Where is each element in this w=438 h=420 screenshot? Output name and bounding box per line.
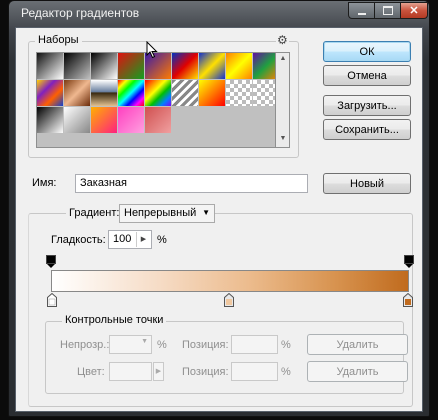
preset-swatch-checker-a[interactable] — [226, 80, 252, 106]
ok-button[interactable]: ОК — [323, 41, 411, 62]
preset-swatch-blue-red-yellow[interactable] — [172, 53, 198, 79]
preset-swatch-grid — [36, 52, 279, 148]
smoothness-unit: % — [157, 234, 167, 246]
chevron-down-icon: ▼ — [202, 208, 210, 217]
color-position-unit: % — [281, 366, 291, 378]
preset-swatch-copper[interactable] — [64, 80, 90, 106]
name-input[interactable]: Заказная — [75, 174, 308, 193]
color-picker-arrow-icon[interactable]: ▶ — [153, 362, 164, 381]
maximize-icon — [382, 6, 393, 15]
opacity-label: Непрозр.: — [60, 339, 110, 351]
gradient-type-select[interactable]: Непрерывный ▼ — [119, 204, 215, 223]
minimize-icon — [357, 12, 366, 15]
color-label: Цвет: — [77, 366, 105, 378]
preset-swatch-black-white[interactable] — [91, 53, 117, 79]
preset-swatch-white-gray[interactable] — [64, 107, 90, 133]
gradient-preview-bar[interactable] — [51, 270, 409, 292]
smoothness-label: Гладкость: — [51, 234, 106, 246]
opacity-arrow-icon: ▼ — [141, 338, 148, 345]
preset-swatch-yellow-violet-orange-blue[interactable] — [37, 80, 63, 106]
minimize-button[interactable] — [348, 2, 375, 19]
opacity-position-label: Позиция: — [182, 339, 229, 351]
window-title: Редактор градиентов — [21, 6, 140, 20]
close-button[interactable]: ✕ — [401, 2, 428, 19]
gradient-type-value: Непрерывный — [124, 207, 197, 219]
preset-swatch-foreground-to-transparent[interactable] — [64, 53, 90, 79]
preset-swatch-transparent-stripes[interactable] — [172, 80, 198, 106]
opacity-input[interactable]: ▼ — [109, 335, 152, 354]
preset-swatch-foreground-to-background[interactable] — [37, 53, 63, 79]
preset-swatch-red-green[interactable] — [118, 53, 144, 79]
preset-swatch-black-white-b[interactable] — [37, 107, 63, 133]
preset-swatch-transparent-rainbow[interactable] — [145, 80, 171, 106]
color-stop-right[interactable] — [403, 293, 413, 307]
dialog-client-area: Наборы ⚙ ▲ ▼ ОК Отмена Загрузить... Сохр… — [15, 27, 423, 412]
scroll-up-icon[interactable]: ▲ — [278, 55, 288, 65]
scroll-down-icon[interactable]: ▼ — [278, 135, 288, 145]
preset-swatch-blue-yellow-blue[interactable] — [199, 53, 225, 79]
color-position-input[interactable] — [231, 362, 278, 381]
preset-swatch-chrome[interactable] — [91, 80, 117, 106]
smoothness-input[interactable]: 100 ▶ — [108, 230, 152, 249]
opacity-position-input[interactable] — [231, 335, 278, 354]
cancel-button[interactable]: Отмена — [323, 65, 411, 86]
gradient-type-label: Градиент: — [66, 207, 123, 219]
save-button[interactable]: Сохранить... — [323, 119, 411, 140]
opacity-stop-right[interactable] — [404, 255, 414, 269]
color-delete-button[interactable]: Удалить — [307, 361, 408, 382]
color-position-label: Позиция: — [182, 366, 229, 378]
preset-swatch-orange-yellow-orange[interactable] — [226, 53, 252, 79]
presets-group: Наборы ⚙ ▲ ▼ — [28, 33, 299, 158]
opacity-delete-button[interactable]: Удалить — [307, 334, 408, 355]
opacity-stop-left[interactable] — [46, 255, 56, 269]
name-label: Имя: — [32, 177, 57, 189]
gradient-editor-window: Редактор градиентов ✕ Наборы ⚙ ▲ ▼ ОК От… — [8, 0, 430, 417]
opacity-position-unit: % — [281, 339, 291, 351]
stops-group-label: Контрольные точки — [62, 314, 167, 326]
stops-group — [45, 321, 404, 394]
load-button[interactable]: Загрузить... — [323, 95, 411, 116]
new-button[interactable]: Новый — [323, 173, 411, 194]
maximize-button[interactable] — [375, 2, 401, 19]
color-swatch-field[interactable] — [109, 362, 152, 381]
presets-scrollbar[interactable]: ▲ ▼ — [275, 52, 290, 148]
preset-swatch-salmon[interactable] — [145, 107, 171, 133]
preset-swatch-orange-pink[interactable] — [91, 107, 117, 133]
gear-icon[interactable]: ⚙ — [276, 33, 289, 47]
close-icon: ✕ — [409, 5, 419, 17]
presets-label: Наборы — [35, 34, 82, 46]
opacity-unit: % — [157, 339, 167, 351]
smoothness-value: 100 — [113, 233, 132, 245]
preset-swatch-pink[interactable] — [118, 107, 144, 133]
mouse-cursor-icon — [146, 41, 158, 59]
preset-swatch-spectrum[interactable] — [118, 80, 144, 106]
smoothness-arrow-icon[interactable]: ▶ — [136, 232, 150, 247]
title-bar[interactable]: Редактор градиентов ✕ — [9, 1, 429, 27]
preset-swatch-yellow-red[interactable] — [199, 80, 225, 106]
color-stop-middle[interactable] — [224, 293, 234, 307]
color-stop-left[interactable] — [47, 293, 57, 307]
